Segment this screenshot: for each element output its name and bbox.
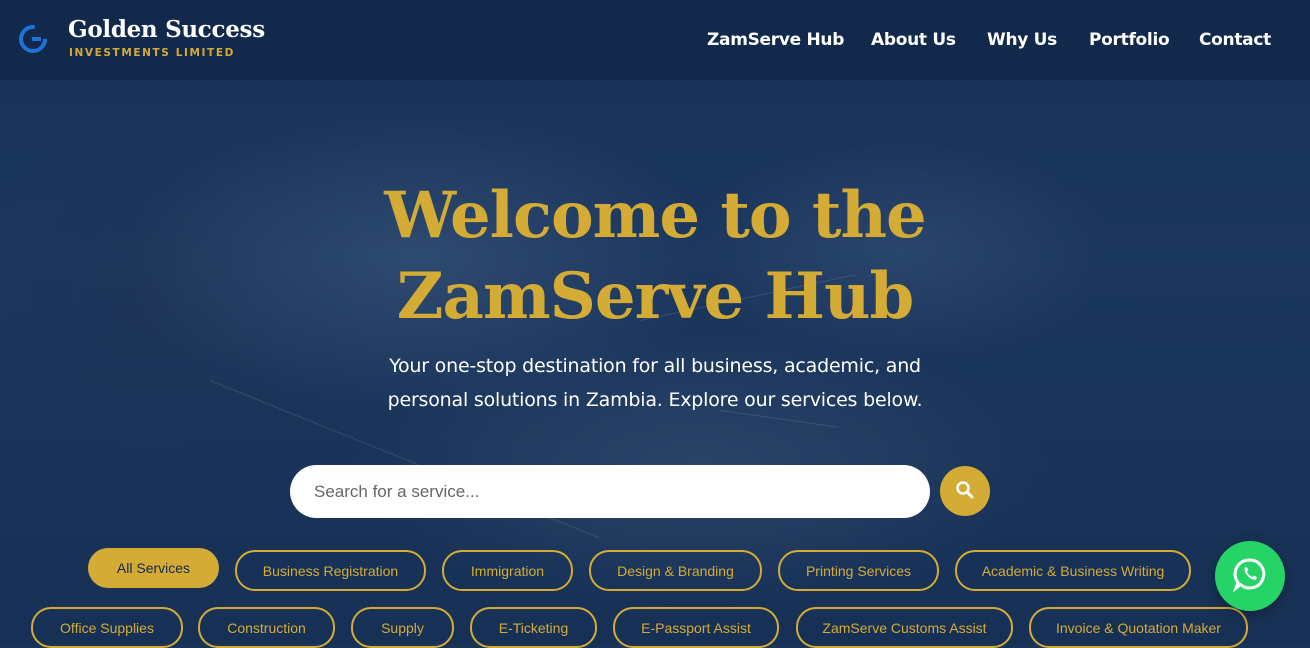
filter-printing-services[interactable]: Printing Services	[778, 550, 939, 591]
filter-academic-business-writing[interactable]: Academic & Business Writing	[955, 550, 1191, 591]
search-button[interactable]	[940, 466, 990, 516]
nav-contact[interactable]: Contact	[1199, 30, 1271, 50]
filter-supply[interactable]: Supply	[351, 607, 454, 648]
filter-e-passport-assist[interactable]: E-Passport Assist	[613, 607, 779, 648]
filter-construction[interactable]: Construction	[198, 607, 335, 648]
site-header: Golden Success INVESTMENTS LIMITED ZamSe…	[0, 0, 1310, 80]
hero-title-line1: Welcome to the	[384, 178, 926, 253]
filter-business-registration[interactable]: Business Registration	[235, 550, 426, 591]
whatsapp-button[interactable]	[1215, 541, 1285, 611]
search-icon	[955, 480, 975, 503]
filter-all-services[interactable]: All Services	[88, 548, 219, 588]
filter-immigration[interactable]: Immigration	[442, 550, 573, 591]
nav-about-us[interactable]: About Us	[871, 30, 956, 50]
search-input[interactable]	[290, 465, 930, 518]
filter-e-ticketing[interactable]: E-Ticketing	[470, 607, 597, 648]
whatsapp-icon	[1232, 556, 1268, 597]
hero-title-line2: ZamServe Hub	[396, 259, 915, 334]
filter-design-branding[interactable]: Design & Branding	[589, 550, 762, 591]
nav-portfolio[interactable]: Portfolio	[1089, 30, 1170, 50]
filter-office-supplies[interactable]: Office Supplies	[31, 607, 183, 648]
hero-subtitle-line2: personal solutions in Zambia. Explore ou…	[387, 389, 923, 411]
hero-subtitle-line1: Your one-stop destination for all busine…	[389, 355, 921, 377]
filter-invoice-quotation-maker[interactable]: Invoice & Quotation Maker	[1029, 607, 1248, 648]
main-nav: ZamServe Hub About Us Why Us Portfolio C…	[0, 30, 1310, 54]
filter-customs-assist[interactable]: ZamServe Customs Assist	[796, 607, 1013, 648]
nav-zamserve-hub[interactable]: ZamServe Hub	[707, 30, 844, 50]
nav-why-us[interactable]: Why Us	[987, 30, 1057, 50]
